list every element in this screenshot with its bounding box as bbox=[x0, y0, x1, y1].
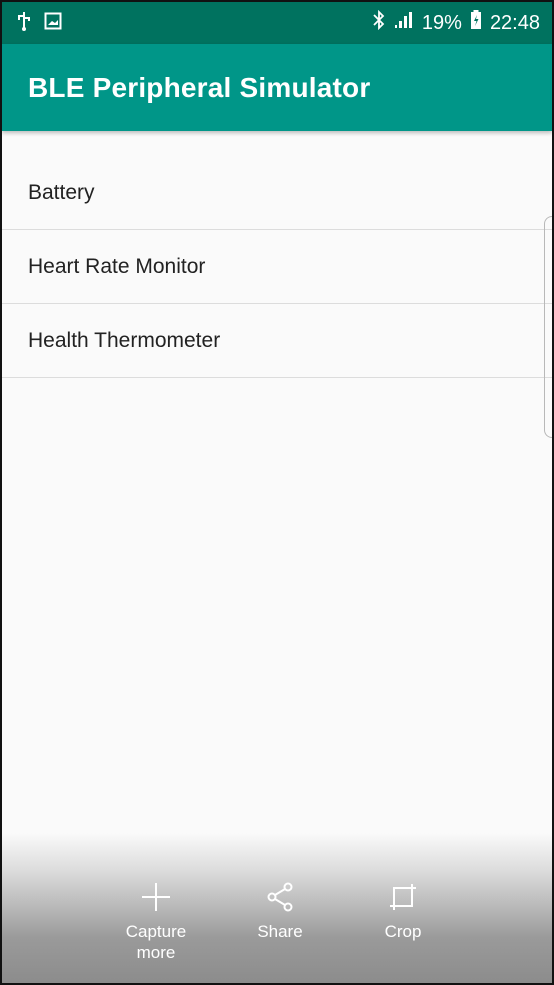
signal-icon bbox=[394, 11, 414, 35]
capture-more-button[interactable]: Capture more bbox=[106, 877, 206, 963]
list-item-label: Heart Rate Monitor bbox=[28, 254, 206, 278]
app-title: BLE Peripheral Simulator bbox=[28, 71, 371, 103]
list-item-label: Health Thermometer bbox=[28, 328, 221, 352]
service-list: Battery Heart Rate Monitor Health Thermo… bbox=[2, 156, 552, 378]
battery-percent: 19% bbox=[421, 11, 462, 34]
clock: 22:48 bbox=[489, 11, 540, 34]
list-item-battery[interactable]: Battery bbox=[2, 156, 552, 230]
battery-charging-icon bbox=[470, 10, 482, 36]
crop-icon bbox=[383, 877, 423, 917]
phone-screen: 19% 22:48 BLE Peripheral Simulator Batte… bbox=[0, 0, 554, 985]
screenshot-toolbar: Capture more Share Crop bbox=[2, 833, 552, 983]
usb-icon bbox=[16, 11, 32, 36]
status-right: 19% 22:48 bbox=[372, 9, 540, 36]
crop-button[interactable]: Crop bbox=[353, 877, 453, 942]
app-bar: BLE Peripheral Simulator bbox=[2, 44, 552, 131]
bluetooth-icon bbox=[372, 9, 386, 36]
share-button[interactable]: Share bbox=[230, 877, 330, 942]
status-left bbox=[16, 11, 62, 36]
list-item-health-thermometer[interactable]: Health Thermometer bbox=[2, 304, 552, 378]
list-item-heart-rate-monitor[interactable]: Heart Rate Monitor bbox=[2, 230, 552, 304]
capture-more-label: Capture more bbox=[125, 922, 187, 962]
plus-icon bbox=[136, 877, 176, 917]
share-icon bbox=[260, 877, 300, 917]
edge-panel-handle[interactable] bbox=[544, 216, 552, 438]
image-icon bbox=[44, 12, 62, 35]
status-bar: 19% 22:48 bbox=[2, 2, 552, 44]
list-item-label: Battery bbox=[28, 180, 95, 204]
share-label: Share bbox=[257, 922, 303, 941]
crop-label: Crop bbox=[384, 922, 422, 941]
